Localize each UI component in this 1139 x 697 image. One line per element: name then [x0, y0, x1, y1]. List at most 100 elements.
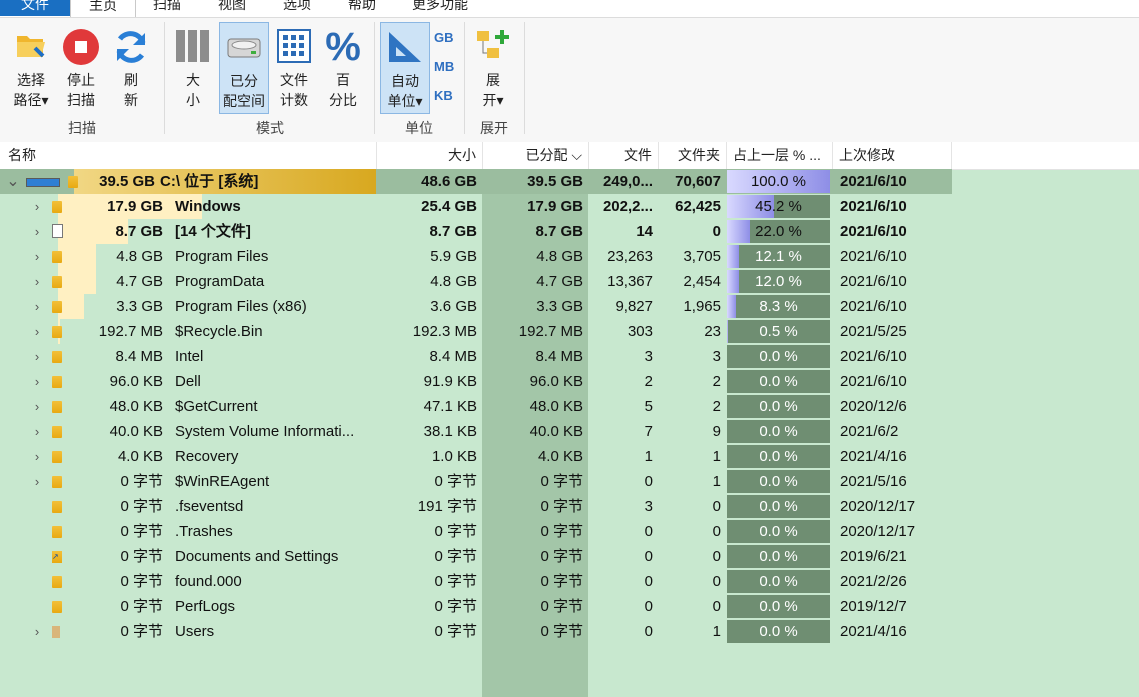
group-divider: [374, 22, 375, 134]
expand-chevron-icon[interactable]: ›: [30, 469, 44, 494]
mode-size-button[interactable]: 大 小: [170, 22, 216, 114]
table-row[interactable]: › 0 字节 Users 0 字节 0 字节 0 1 0.0 % 2021/4/16: [0, 619, 952, 644]
percent-value: 0.0 %: [759, 498, 798, 515]
group-label-unit: 单位: [405, 120, 433, 136]
stop-scan-button[interactable]: 停止 扫描: [58, 22, 104, 114]
tab-home[interactable]: 主页: [70, 0, 136, 17]
percent-value: 0.0 %: [759, 448, 798, 465]
table-row[interactable]: 0 字节 .fseventsd 191 字节 0 字节 3 0 0.0 % 2020/12/1…: [0, 494, 952, 519]
table-row[interactable]: › 4.0 KB Recovery 1.0 KB 4.0 KB 1 1 0.0 % 2021/4…: [0, 444, 952, 469]
files-count: 5: [644, 398, 653, 415]
size-value: 47.1 KB: [423, 398, 477, 415]
unit-kb-button[interactable]: KB: [434, 88, 453, 103]
collapse-chevron-icon[interactable]: ⌄: [6, 169, 20, 194]
select-path-button[interactable]: 选择 路径▾: [6, 22, 56, 114]
unit-gb-button[interactable]: GB: [434, 30, 454, 45]
size-value: 192.3 MB: [412, 323, 477, 340]
auto-unit-button[interactable]: 自动 单位▾: [380, 22, 430, 114]
files-count: 13,367: [607, 273, 653, 290]
expand-chevron-icon[interactable]: ›: [30, 394, 44, 419]
expand-chevron-icon[interactable]: ›: [30, 219, 44, 244]
expand-chevron-icon[interactable]: ›: [30, 444, 44, 469]
table-row[interactable]: 0 字节 PerfLogs 0 字节 0 字节 0 0 0.0 % 2019/12/7: [0, 594, 952, 619]
table-row[interactable]: › 40.0 KB System Volume Informati... 38.1 K…: [0, 419, 952, 444]
item-name: System Volume Informati...: [175, 423, 355, 440]
tab-more-features[interactable]: 更多功能: [400, 0, 480, 16]
size-value: 0 字节: [434, 598, 477, 615]
files-count: 0: [644, 573, 653, 590]
expand-chevron-icon[interactable]: ›: [30, 244, 44, 269]
tab-view[interactable]: 视图: [205, 0, 259, 16]
folder-icon: [52, 376, 62, 388]
ribbon: 选择 路径▾ 停止 扫描 刷 新 扫描 大 小 已分 配空间 文件 计数 % 百…: [0, 17, 1139, 143]
expand-chevron-icon[interactable]: ›: [30, 619, 44, 644]
table-row[interactable]: › 8.4 MB Intel 8.4 MB 8.4 MB 3 3 0.0 % 2021/6/10: [0, 344, 952, 369]
item-name: C:\ 位于 [系统]: [160, 173, 259, 190]
files-count: 1: [644, 448, 653, 465]
column-name[interactable]: 名称: [8, 142, 368, 169]
files-count: 2: [644, 373, 653, 390]
table-row[interactable]: › 192.7 MB $Recycle.Bin 192.3 MB 192.7 MB 303…: [0, 319, 952, 344]
size-value: 0 字节: [434, 548, 477, 565]
percent-of-parent-bar: 0.0 %: [727, 620, 830, 643]
column-allocated[interactable]: 已分配 ⌵: [482, 142, 588, 169]
expand-chevron-icon[interactable]: ›: [30, 344, 44, 369]
tab-file[interactable]: 文件: [0, 0, 70, 16]
table-row[interactable]: › 96.0 KB Dell 91.9 KB 96.0 KB 2 2 0.0 % 2021/6/…: [0, 369, 952, 394]
folders-count: 1: [712, 473, 721, 490]
tab-scan[interactable]: 扫描: [140, 0, 194, 16]
column-divider[interactable]: [832, 142, 833, 169]
last-modified-date: 2021/6/10: [840, 173, 907, 190]
allocated-value: 0 字节: [540, 573, 583, 590]
column-size[interactable]: 大小: [376, 142, 482, 169]
expand-chevron-icon[interactable]: ›: [30, 269, 44, 294]
table-row[interactable]: › 17.9 GB Windows 25.4 GB 17.9 GB 202,2... 62,…: [0, 194, 952, 219]
mode-file-count-button[interactable]: 文件 计数: [271, 22, 317, 114]
folders-count: 0: [712, 498, 721, 515]
expand-chevron-icon[interactable]: ›: [30, 319, 44, 344]
files-count: 0: [644, 473, 653, 490]
table-row[interactable]: 0 字节 Documents and Settings 0 字节 0 字节 0 0 0.0 …: [0, 544, 952, 569]
item-size-label: 40.0 KB: [109, 423, 163, 440]
mode-allocated-space-button[interactable]: 已分 配空间: [219, 22, 269, 114]
column-files[interactable]: 文件: [588, 142, 658, 169]
column-folders[interactable]: 文件夹: [658, 142, 726, 169]
expand-button[interactable]: 展 开▾: [470, 22, 516, 114]
table-row[interactable]: › 48.0 KB $GetCurrent 47.1 KB 48.0 KB 5 2 0.0 %…: [0, 394, 952, 419]
tree-list[interactable]: ⌄ 39.5 GB C:\ 位于 [系统] 48.6 GB 39.5 GB 249,0..…: [0, 169, 1139, 697]
percent-of-parent-bar: 0.0 %: [727, 395, 830, 418]
table-row[interactable]: 0 字节 .Trashes 0 字节 0 字节 0 0 0.0 % 2020/12/17: [0, 519, 952, 544]
item-size-label: 4.7 GB: [116, 273, 163, 290]
table-row[interactable]: › 8.7 GB [14 个文件] 8.7 GB 8.7 GB 14 0 22.0 % 2021…: [0, 219, 952, 244]
table-row[interactable]: › 3.3 GB Program Files (x86) 3.6 GB 3.3 GB 9,…: [0, 294, 952, 319]
folder-icon: [52, 476, 62, 488]
size-value: 91.9 KB: [423, 373, 477, 390]
unit-mb-button[interactable]: MB: [434, 59, 454, 74]
expand-chevron-icon[interactable]: ›: [30, 369, 44, 394]
expand-chevron-icon[interactable]: ›: [30, 419, 44, 444]
tab-help[interactable]: 帮助: [335, 0, 389, 16]
files-count: 303: [627, 323, 653, 340]
percent-of-parent-bar: 0.0 %: [727, 545, 830, 568]
item-name: ProgramData: [175, 273, 265, 290]
column-percent-of-parent[interactable]: 占上一层 % ...: [733, 142, 833, 169]
percent-value: 0.0 %: [759, 423, 798, 440]
refresh-button[interactable]: 刷 新: [108, 22, 154, 114]
group-label-expand: 展开: [480, 120, 508, 136]
tab-options[interactable]: 选项: [270, 0, 324, 16]
column-divider[interactable]: [951, 142, 952, 169]
table-row[interactable]: › 4.7 GB ProgramData 4.8 GB 4.7 GB 13,367 2,45…: [0, 269, 952, 294]
table-row[interactable]: › 4.8 GB Program Files 5.9 GB 4.8 GB 23,263 3,…: [0, 244, 952, 269]
expand-chevron-icon[interactable]: ›: [30, 294, 44, 319]
mode-percent-button[interactable]: % 百 分比: [320, 22, 366, 114]
table-row[interactable]: ⌄ 39.5 GB C:\ 位于 [系统] 48.6 GB 39.5 GB 249,0..…: [0, 169, 952, 194]
table-row[interactable]: 0 字节 found.000 0 字节 0 字节 0 0 0.0 % 2021/2/26: [0, 569, 952, 594]
expand-chevron-icon[interactable]: ›: [30, 194, 44, 219]
column-last-modified[interactable]: 上次修改: [839, 142, 949, 169]
allocated-value: 4.8 GB: [536, 248, 583, 265]
item-name: Recovery: [175, 448, 239, 465]
allocated-value: 48.0 KB: [529, 398, 583, 415]
group-divider: [524, 22, 525, 134]
column-divider[interactable]: [726, 142, 727, 169]
table-row[interactable]: › 0 字节 $WinREAgent 0 字节 0 字节 0 1 0.0 % 2021/5/16: [0, 469, 952, 494]
